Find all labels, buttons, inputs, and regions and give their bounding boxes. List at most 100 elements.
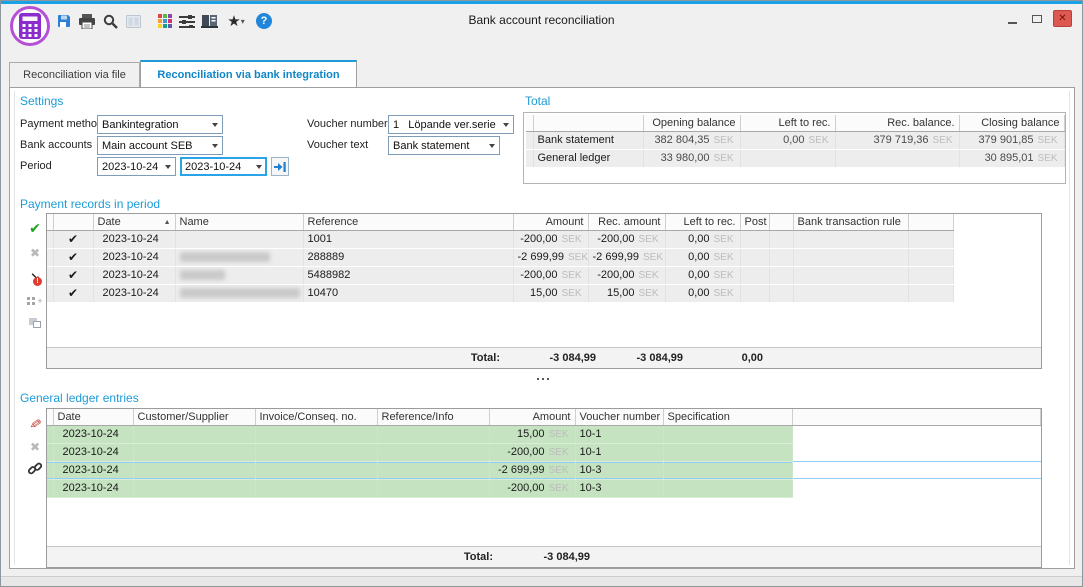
left-to-rec-cell: 0,00SEK	[665, 248, 740, 266]
general-ledger-table: Date Customer/Supplier Invoice/Conseq. n…	[46, 408, 1042, 568]
book-icon[interactable]	[200, 12, 218, 30]
total-label: Total:	[383, 551, 493, 563]
left-to-rec-cell: 0,00SEK	[665, 284, 740, 302]
minimize-button[interactable]	[1003, 10, 1022, 27]
chevron-down-icon	[161, 165, 175, 169]
delete-tool-icon[interactable]: ✖	[24, 437, 46, 457]
copy-tool-icon[interactable]	[24, 313, 46, 333]
apply-period-button[interactable]	[271, 157, 289, 176]
title-bar: ★▾ ? Bank account reconciliation ✕	[1, 4, 1082, 57]
closing-balance-value: 30 895,01SEK	[959, 149, 1064, 167]
name-cell	[175, 248, 303, 266]
period-label: Period	[20, 160, 52, 172]
settings-sliders-icon[interactable]	[178, 12, 196, 30]
header-left-to-rec[interactable]: Left to rec.	[665, 214, 740, 230]
rec-amount-cell: -200,00SEK	[588, 266, 665, 284]
left-to-rec-value: 0,00SEK	[740, 131, 835, 149]
voucher-cell: 10-3	[575, 479, 663, 497]
total-row-bank-statement: Bank statement 382 804,35SEK 0,00SEK 379…	[526, 131, 1064, 149]
specification-cell	[663, 425, 792, 443]
section-splitter[interactable]	[537, 378, 549, 380]
invoice-cell	[255, 479, 377, 497]
save-icon[interactable]	[55, 12, 73, 30]
period-to-select[interactable]: 2023-10-24	[180, 157, 267, 176]
header-bank-transaction-rule[interactable]: Bank transaction rule	[793, 214, 908, 230]
bank-accounts-select[interactable]: Main account SEB	[97, 136, 223, 155]
header-reference[interactable]: Reference	[303, 214, 513, 230]
ledger-row[interactable]: 2023-10-24 -200,00SEK 10-1	[47, 443, 1041, 461]
closing-balance-value: 379 901,85SEK	[959, 131, 1064, 149]
period-from-select[interactable]: 2023-10-24	[97, 157, 176, 176]
customer-cell	[133, 425, 255, 443]
payment-row[interactable]: ✔ 2023-10-24 10470 15,00SEK 15,00SEK 0,0…	[47, 284, 953, 302]
link-tool-icon[interactable]	[24, 459, 46, 479]
total-label: Total:	[390, 352, 500, 364]
print-icon[interactable]	[78, 12, 96, 30]
maximize-button[interactable]	[1027, 10, 1046, 27]
unmatch-warning-tool-icon[interactable]: ↘!	[24, 267, 46, 287]
amount-cell: -2 699,99SEK	[513, 248, 588, 266]
header-customer-supplier[interactable]: Customer/Supplier	[133, 409, 255, 425]
header-amount[interactable]: Amount	[513, 214, 588, 230]
payment-records-table: Date▲ Name Reference Amount Rec. amount …	[46, 213, 1042, 369]
post-cell	[740, 266, 769, 284]
header-amount[interactable]: Amount	[489, 409, 575, 425]
header-name[interactable]: Name	[175, 214, 303, 230]
bank-accounts-value: Main account SEB	[102, 140, 208, 152]
payment-row[interactable]: ✔ 2023-10-24 5488982 -200,00SEK -200,00S…	[47, 266, 953, 284]
tab-reconciliation-via-bank-integration[interactable]: Reconciliation via bank integration	[140, 60, 357, 87]
header-voucher-number[interactable]: Voucher number	[575, 409, 663, 425]
search-icon[interactable]	[101, 12, 119, 30]
header-reference-info[interactable]: Reference/Info	[377, 409, 489, 425]
post-cell	[740, 230, 769, 248]
amount-cell: -2 699,99SEK	[489, 461, 575, 479]
row-label: General ledger	[533, 149, 643, 167]
reject-tool-icon[interactable]: ✖	[24, 243, 46, 263]
favorites-star-icon[interactable]: ★▾	[223, 12, 249, 30]
rule-cell	[793, 230, 908, 248]
payment-records-total-row: Total: -3 084,99 -3 084,99 0,00	[47, 347, 1041, 368]
chevron-down-icon	[208, 144, 222, 148]
header-specification[interactable]: Specification	[663, 409, 792, 425]
add-rows-tool-icon[interactable]: +	[24, 291, 46, 311]
approve-tool-icon[interactable]: ✔	[24, 218, 46, 238]
star-glyph: ★	[227, 14, 240, 29]
payment-row[interactable]: ✔ 2023-10-24 288889 -2 699,99SEK -2 699,…	[47, 248, 953, 266]
header-invoice-conseq-no[interactable]: Invoice/Conseq. no.	[255, 409, 377, 425]
specification-cell	[663, 443, 792, 461]
reference-cell: 288889	[303, 248, 513, 266]
left-to-rec-value	[740, 149, 835, 167]
calculator-icon	[19, 13, 41, 39]
voucher-cell: 10-1	[575, 443, 663, 461]
header-date[interactable]: Date▲	[93, 214, 175, 230]
ledger-row-selected[interactable]: 2023-10-24 -2 699,99SEK 10-3	[47, 461, 1041, 479]
app-logo-icon[interactable]	[10, 6, 50, 46]
header-date[interactable]: Date	[53, 409, 133, 425]
close-button[interactable]: ✕	[1053, 10, 1072, 27]
voucher-series-select[interactable]: 1 Löpande ver.serie	[388, 115, 514, 134]
ledger-row[interactable]: 2023-10-24 -200,00SEK 10-3	[47, 479, 1041, 497]
specification-cell	[663, 461, 792, 479]
edit-tool-icon[interactable]: ✎	[24, 413, 46, 433]
chevron-down-icon: ▾	[241, 17, 245, 26]
tab-reconciliation-via-file[interactable]: Reconciliation via file	[9, 62, 140, 87]
payment-method-value: Bankintegration	[102, 119, 208, 131]
ledger-row[interactable]: 2023-10-24 15,00SEK 10-1	[47, 425, 1041, 443]
payment-row[interactable]: ✔ 2023-10-24 1001 -200,00SEK -200,00SEK …	[47, 230, 953, 248]
reference-cell: 5488982	[303, 266, 513, 284]
header-post[interactable]: Post	[740, 214, 769, 230]
header-cell-blank	[769, 214, 793, 230]
help-icon[interactable]: ?	[255, 12, 273, 30]
voucher-text-select[interactable]: Bank statement	[388, 136, 500, 155]
payment-method-select[interactable]: Bankintegration	[97, 115, 223, 134]
header-cell-blank	[526, 115, 533, 131]
header-rec-amount[interactable]: Rec. amount	[588, 214, 665, 230]
color-grid-icon[interactable]	[156, 12, 174, 30]
chevron-down-icon	[485, 144, 499, 148]
header-status[interactable]	[53, 214, 93, 230]
bank-accounts-label: Bank accounts	[20, 139, 92, 151]
approved-icon: ✔	[53, 266, 93, 284]
left-to-rec-cell: 0,00SEK	[665, 266, 740, 284]
opening-balance-value: 33 980,00SEK	[643, 149, 740, 167]
question-mark-glyph: ?	[256, 13, 272, 29]
